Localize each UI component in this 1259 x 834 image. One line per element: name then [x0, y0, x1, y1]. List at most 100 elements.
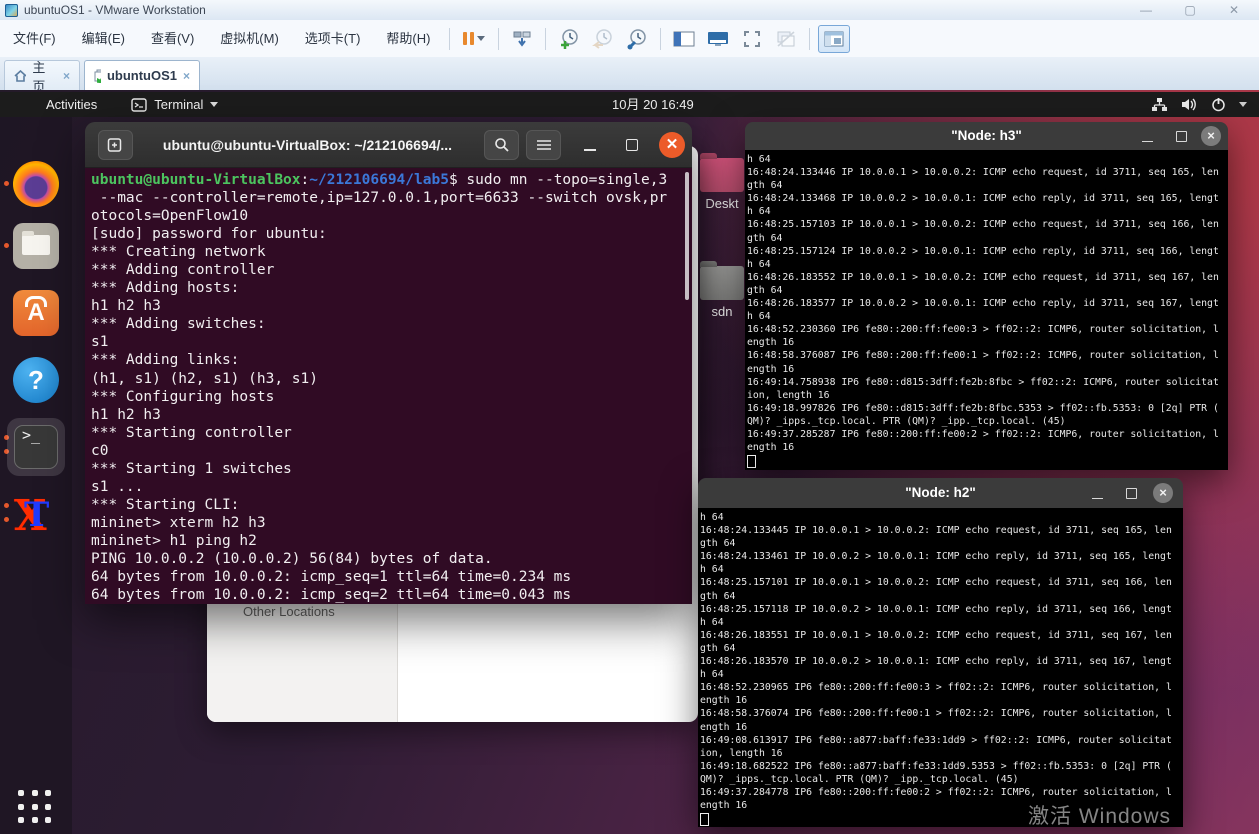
h2-output-line: gth 64 [700, 538, 736, 550]
snapshot-clock-icon [561, 28, 579, 49]
h3-output-line: h 64 [747, 311, 771, 323]
layout-view-icon [824, 31, 844, 46]
activate-windows-watermark: 激活 Windows [1028, 805, 1172, 828]
vmware-close-button[interactable]: ✕ [1223, 1, 1245, 19]
clock[interactable]: 10月 20 16:49 [612, 92, 694, 117]
sidebar-item-other-locations[interactable]: Other Locations [243, 604, 335, 619]
console-view-button[interactable] [703, 26, 733, 52]
dock-item-terminal[interactable]: >_ [4, 418, 65, 476]
fullscreen-button[interactable] [737, 26, 767, 52]
terminal-line: PING 10.0.0.2 (10.0.0.2) 56(84) bytes of… [91, 550, 493, 567]
send-ctrl-alt-del-button[interactable] [507, 26, 537, 52]
terminal-minimize-button[interactable] [579, 134, 601, 156]
h2-title-bar[interactable]: "Node: h2" × [698, 478, 1183, 508]
h3-output-line: gth 64 [747, 232, 783, 244]
menu-file[interactable]: 文件(F) [0, 21, 69, 57]
menu-help[interactable]: 帮助(H) [373, 21, 443, 57]
h3-close-button[interactable]: × [1201, 126, 1221, 146]
dock-item-files[interactable] [4, 222, 60, 270]
power-icon [1212, 98, 1225, 112]
toolbar-separator [545, 27, 547, 50]
h3-title-bar[interactable]: "Node: h3" × [745, 122, 1228, 150]
h3-cursor [747, 455, 756, 469]
h3-minimize-button[interactable] [1138, 126, 1158, 146]
home-icon [14, 69, 27, 82]
terminal-window[interactable]: ubuntu@ubuntu-VirtualBox: ~/212106694/..… [85, 122, 692, 604]
take-snapshot-button[interactable] [554, 26, 584, 52]
dock-item-xterm[interactable]: X T [4, 489, 60, 540]
dock-item-help[interactable]: ? [12, 356, 60, 404]
xterm-icon: X T [12, 489, 60, 540]
vmware-titlebar: ubuntuOS1 - VMware Workstation — ▢ ✕ [0, 0, 1259, 21]
h2-window-title: "Node: h2" [905, 485, 976, 500]
show-applications-button[interactable] [18, 790, 54, 826]
prompt-separator: : [300, 172, 310, 188]
terminal-close-button[interactable]: ✕ [659, 132, 685, 158]
terminal-prompt-line: ubuntu@ubuntu-VirtualBox:~/212106694/lab… [91, 171, 692, 189]
folder-label: Deskt [705, 196, 739, 211]
terminal-output[interactable]: ubuntu@ubuntu-VirtualBox:~/212106694/lab… [85, 168, 692, 604]
console-layout-button[interactable] [818, 24, 851, 53]
xterm-h3-window[interactable]: "Node: h3" × h 64 16:48:24.133446 IP 10.0… [745, 122, 1228, 470]
vmware-maximize-button[interactable]: ▢ [1179, 1, 1201, 19]
tab-ubuntuos1-close-icon[interactable]: × [183, 69, 190, 83]
menu-vm[interactable]: 虚拟机(M) [207, 21, 292, 57]
h3-output-line: 16:49:14.758938 IP6 fe80::d815:3dff:fe2b… [747, 376, 1219, 388]
snapshot-manager-icon [627, 28, 647, 49]
tab-home-close-icon[interactable]: × [63, 69, 70, 83]
menu-tabs[interactable]: 选项卡(T) [292, 21, 374, 57]
menu-view[interactable]: 查看(V) [138, 21, 207, 57]
h3-output-line: ion, length 16 [747, 389, 830, 401]
terminal-line: *** Adding hosts: [91, 280, 240, 297]
terminal-line: mininet> xterm h2 h3 [91, 514, 266, 531]
h2-minimize-button[interactable] [1088, 483, 1108, 503]
dock-item-firefox[interactable] [4, 160, 60, 208]
h2-output-line: 16:48:25.157101 IP 10.0.0.1 > 10.0.0.2: … [700, 577, 1172, 589]
h2-output-line: QM)? _ipps._tcp.local. PTR (QM)? _ipp._t… [700, 773, 1019, 785]
h2-maximize-button[interactable] [1121, 483, 1141, 503]
fullscreen-icon [744, 30, 761, 47]
sidebar-panel-icon [673, 31, 695, 46]
vmware-logo-icon [5, 3, 18, 17]
h2-terminal-output[interactable]: h 64 16:48:24.133445 IP 10.0.0.1 > 10.0.0… [698, 508, 1183, 827]
tab-ubuntuos1[interactable]: ubuntuOS1 × [84, 60, 200, 91]
activities-button[interactable]: Activities [40, 97, 103, 112]
h3-output-line: 16:48:26.183577 IP 10.0.0.2 > 10.0.0.1: … [747, 298, 1219, 310]
terminal-line: (h1, s1) (h2, s1) (h3, s1) [91, 370, 318, 387]
terminal-scrollbar[interactable] [685, 172, 689, 300]
dock: A ? >_ X T [0, 117, 72, 834]
menu-edit[interactable]: 编辑(E) [69, 21, 138, 57]
manage-snapshots-button[interactable] [622, 26, 652, 52]
h2-output-line: ion, length 16 [700, 747, 783, 759]
unity-mode-button [771, 26, 801, 52]
terminal-line: h1 h2 h3 [91, 298, 161, 315]
tab-home[interactable]: 主页 × [4, 60, 80, 94]
toolbar-separator [449, 27, 451, 50]
folder-icon [700, 158, 744, 192]
xterm-h2-window[interactable]: "Node: h2" × h 64 16:48:24.133445 IP 10.0… [698, 478, 1183, 827]
terminal-line: *** Adding switches: [91, 316, 266, 333]
new-tab-button[interactable] [98, 130, 133, 160]
h3-output-line: 16:48:26.183552 IP 10.0.0.1 > 10.0.0.2: … [747, 271, 1219, 283]
hamburger-menu-button[interactable] [526, 130, 561, 160]
vmware-menubar: 文件(F) 编辑(E) 查看(V) 虚拟机(M) 选项卡(T) 帮助(H) [0, 20, 1259, 58]
terminal-header-bar[interactable]: ubuntu@ubuntu-VirtualBox: ~/212106694/..… [85, 122, 692, 168]
system-status-area[interactable] [1151, 92, 1247, 117]
h3-maximize-button[interactable] [1171, 126, 1191, 146]
desktop-folder-sdn[interactable]: sdn [692, 266, 752, 319]
suspend-vm-button[interactable] [456, 32, 492, 45]
search-button[interactable] [484, 130, 519, 160]
firefox-icon [13, 161, 59, 207]
desktop-folder-desktop[interactable]: Deskt [692, 158, 752, 211]
h2-output-line: 16:48:24.133461 IP 10.0.0.2 > 10.0.0.1: … [700, 551, 1172, 563]
show-library-button[interactable] [669, 26, 699, 52]
running-indicator-dot [4, 243, 9, 248]
ubuntu-software-icon: A [13, 290, 59, 336]
dock-item-ubuntu-software[interactable]: A [12, 289, 60, 337]
terminal-maximize-button[interactable] [621, 134, 643, 156]
h3-terminal-output[interactable]: h 64 16:48:24.133446 IP 10.0.0.1 > 10.0.0… [745, 150, 1228, 470]
chevron-down-icon[interactable] [477, 36, 486, 41]
app-menu-terminal[interactable]: Terminal [131, 97, 219, 112]
vmware-minimize-button[interactable]: — [1135, 1, 1157, 19]
h2-close-button[interactable]: × [1153, 483, 1173, 503]
